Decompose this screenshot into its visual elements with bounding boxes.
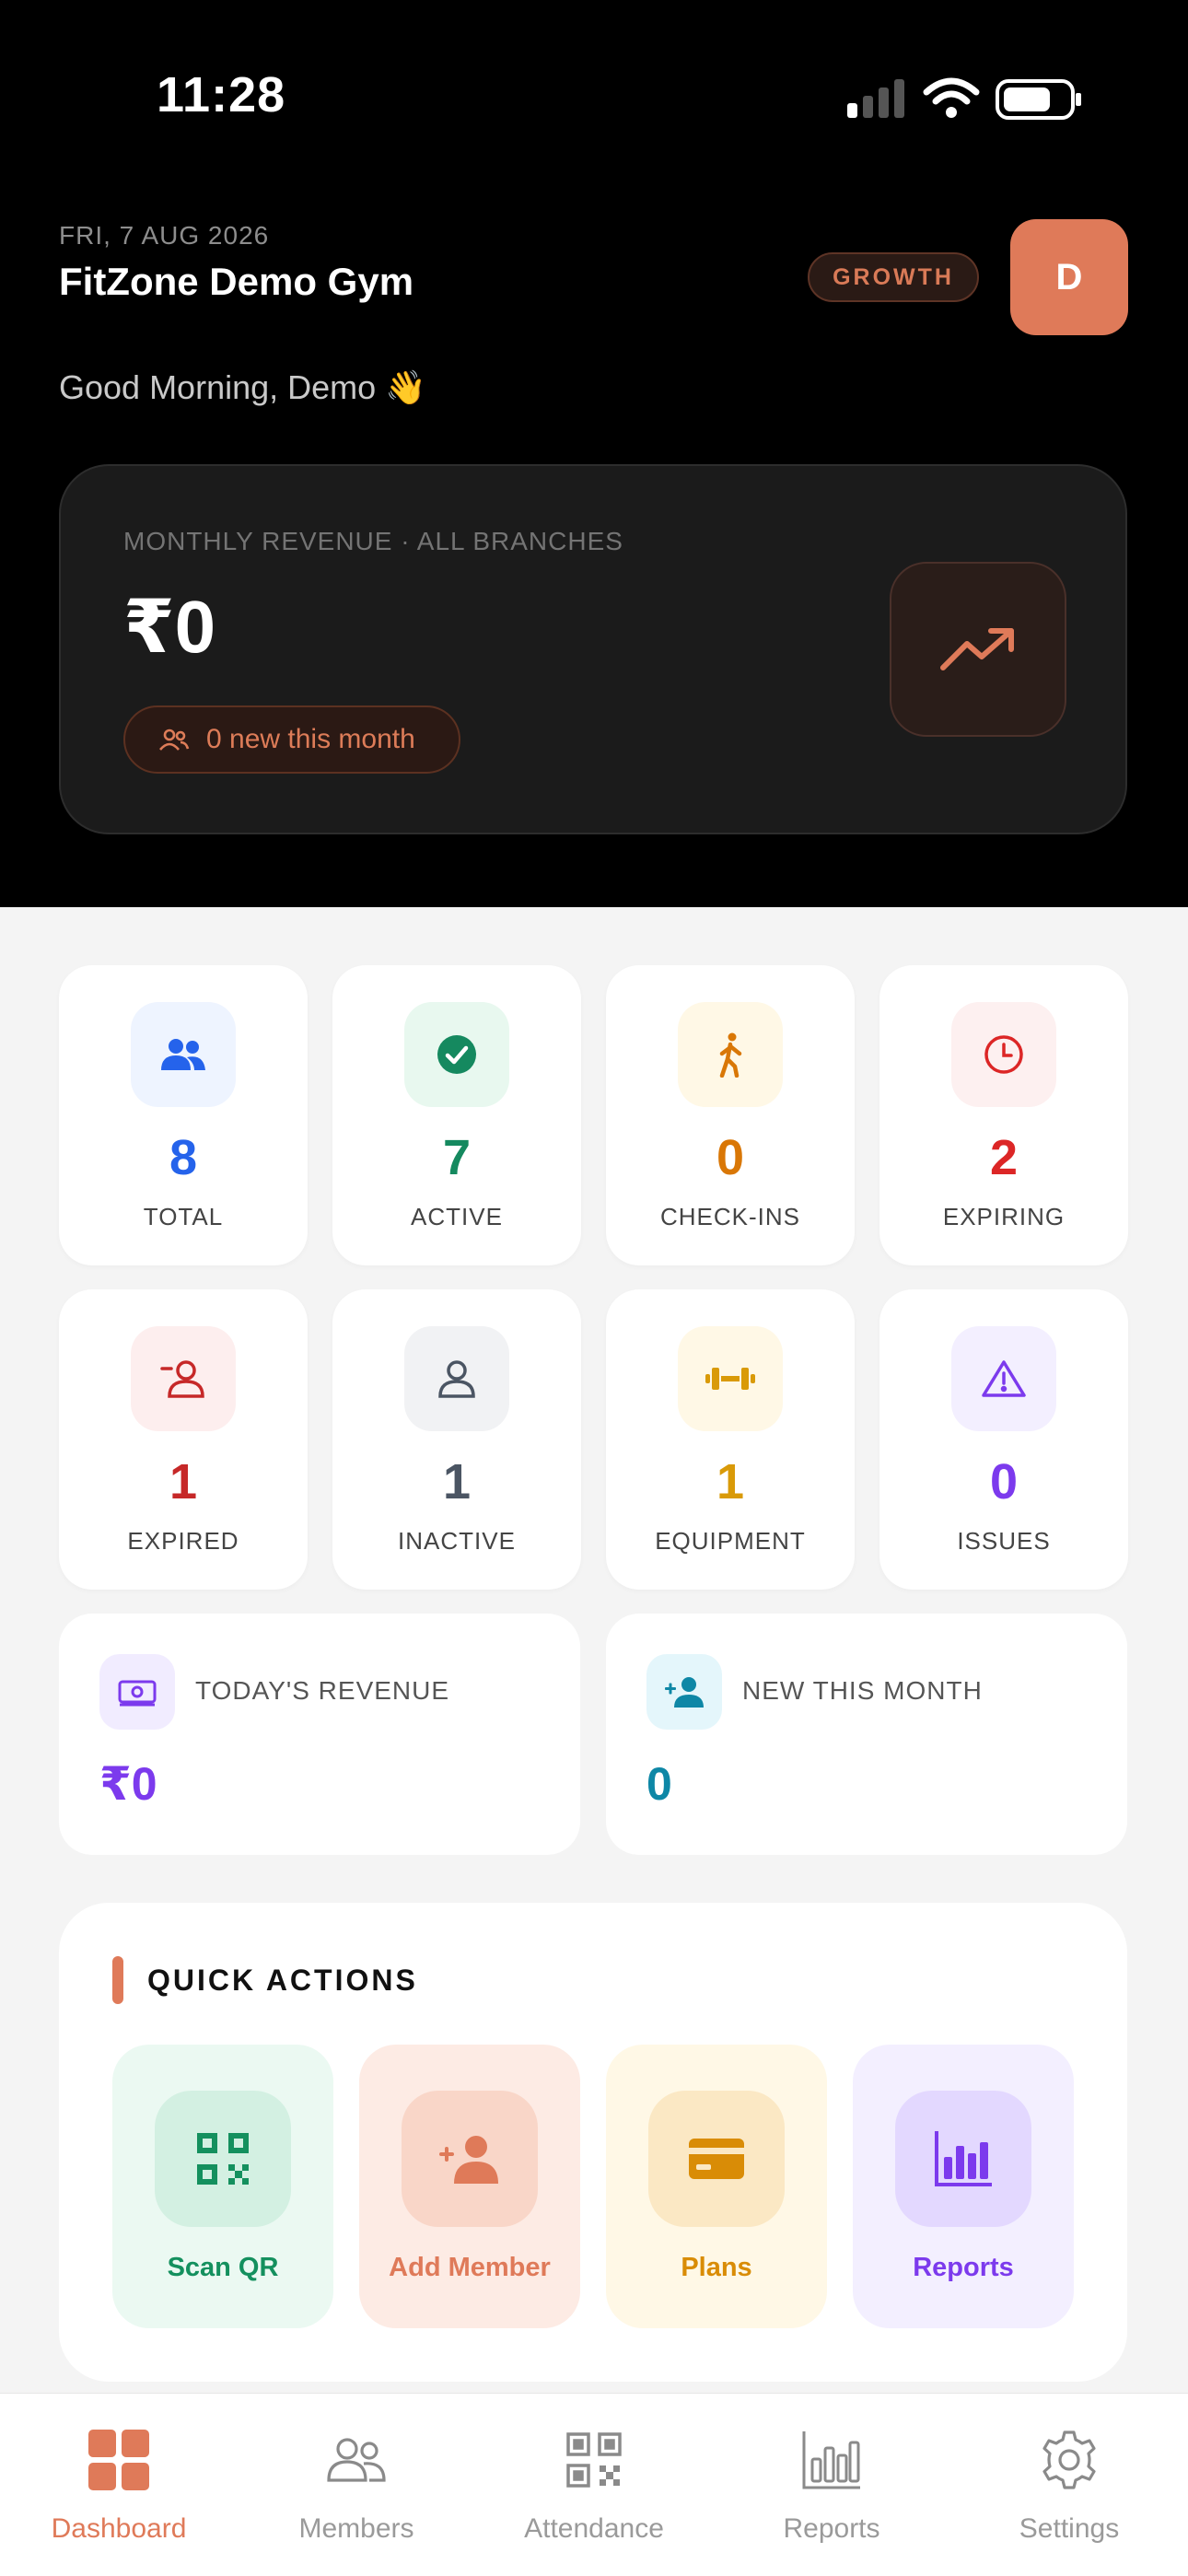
stat-value: 1	[442, 1454, 472, 1509]
stat-value: 0	[716, 1130, 745, 1185]
add-user-icon	[646, 1654, 722, 1730]
members-icon	[323, 2427, 390, 2493]
gym-name: FitZone Demo Gym	[59, 260, 414, 303]
stat-card-check-ins[interactable]: 0 CHECK-INS	[606, 965, 855, 1265]
stat-card-equipment[interactable]: 1 EQUIPMENT	[606, 1289, 855, 1590]
stat-card-total[interactable]: 8 TOTAL	[59, 965, 308, 1265]
quick-actions-title: QUICK ACTIONS	[147, 1964, 418, 1997]
signal-bar-4	[894, 79, 904, 118]
nav-label: Attendance	[524, 2513, 664, 2544]
battery-level	[1004, 87, 1050, 111]
quick-actions-card: QUICK ACTIONS Scan QR Add Member Plans R…	[59, 1903, 1127, 2382]
current-date: FRI, 7 AUG 2026	[59, 221, 270, 250]
nav-label: Dashboard	[51, 2513, 187, 2544]
user-icon	[404, 1326, 509, 1431]
stat-label: EXPIRED	[127, 1527, 239, 1555]
stat-card-expiring[interactable]: 2 EXPIRING	[879, 965, 1128, 1265]
add-member-label: Add Member	[389, 2253, 551, 2282]
stat-label: EXPIRING	[942, 1203, 1066, 1230]
members-icon	[159, 729, 190, 751]
plan-badge: GROWTH	[808, 252, 979, 302]
battery-cap	[1076, 93, 1081, 106]
stat-value: 1	[716, 1454, 745, 1509]
stat-value: 7	[442, 1130, 472, 1185]
signal-bar-2	[863, 96, 873, 118]
reports-label: Reports	[913, 2253, 1014, 2282]
stat-card-issues[interactable]: 0 ISSUES	[879, 1289, 1128, 1590]
stat-label: INACTIVE	[398, 1527, 516, 1555]
stat-label: ACTIVE	[411, 1203, 503, 1230]
bottom-nav: Dashboard Members Attendance Reports Set…	[0, 2393, 1188, 2576]
qr-code-icon	[155, 2091, 291, 2227]
new-this-month-value: 0	[646, 1758, 672, 1810]
stat-value: 0	[989, 1454, 1019, 1509]
nav-members[interactable]: Members	[238, 2394, 475, 2576]
nav-reports[interactable]: Reports	[713, 2394, 950, 2576]
stat-label: EQUIPMENT	[655, 1527, 806, 1555]
card-icon	[648, 2091, 785, 2227]
nav-settings[interactable]: Settings	[950, 2394, 1188, 2576]
stat-label: ISSUES	[957, 1527, 1051, 1555]
dumbbell-icon	[678, 1326, 783, 1431]
revenue-amount: ₹0	[123, 586, 216, 668]
signal-bar-1	[847, 103, 857, 118]
nav-label: Reports	[783, 2513, 880, 2544]
plans-label: Plans	[681, 2253, 752, 2282]
dashboard-header: 11:28 FRI, 7 AUG 2026 FitZone Demo Gym G…	[0, 0, 1188, 907]
stat-card-inactive[interactable]: 1 INACTIVE	[332, 1289, 581, 1590]
monthly-revenue-card[interactable]: MONTHLY REVENUE · ALL BRANCHES ₹0 0 new …	[59, 464, 1127, 834]
new-members-text: 0 new this month	[206, 724, 415, 754]
stat-value: 2	[989, 1130, 1019, 1185]
todays-revenue-card[interactable]: TODAY'S REVENUE ₹0	[59, 1614, 580, 1855]
plans-button[interactable]: Plans	[606, 2045, 827, 2328]
todays-revenue-label: TODAY'S REVENUE	[195, 1676, 450, 1705]
reports-button[interactable]: Reports	[853, 2045, 1074, 2328]
scan-qr-button[interactable]: Scan QR	[112, 2045, 333, 2328]
gear-icon	[1036, 2427, 1102, 2493]
trending-up-icon	[890, 562, 1066, 737]
cash-icon	[99, 1654, 175, 1730]
wifi-dot	[946, 107, 957, 118]
signal-bar-3	[879, 87, 889, 118]
nav-label: Members	[298, 2513, 414, 2544]
add-user-icon	[402, 2091, 538, 2227]
revenue-label: MONTHLY REVENUE · ALL BRANCHES	[123, 527, 623, 555]
nav-dashboard[interactable]: Dashboard	[0, 2394, 238, 2576]
stat-label: CHECK-INS	[659, 1203, 800, 1230]
todays-revenue-value: ₹0	[99, 1758, 157, 1810]
status-time: 11:28	[157, 67, 286, 122]
bar-chart-icon	[798, 2427, 865, 2493]
new-this-month-label: NEW THIS MONTH	[742, 1676, 983, 1705]
stat-label: TOTAL	[143, 1203, 224, 1230]
clock-icon	[951, 1002, 1056, 1107]
members-icon	[131, 1002, 236, 1107]
greeting: Good Morning, Demo 👋	[59, 368, 426, 406]
section-accent-bar	[112, 1956, 123, 2004]
warning-icon	[951, 1326, 1056, 1431]
stat-card-expired[interactable]: 1 EXPIRED	[59, 1289, 308, 1590]
bar-chart-icon	[895, 2091, 1031, 2227]
user-minus-icon	[131, 1326, 236, 1431]
scan-qr-label: Scan QR	[167, 2253, 279, 2282]
nav-attendance[interactable]: Attendance	[475, 2394, 713, 2576]
new-this-month-card[interactable]: NEW THIS MONTH 0	[606, 1614, 1127, 1855]
grid-icon	[86, 2427, 152, 2493]
wifi-icon	[923, 77, 980, 105]
add-member-button[interactable]: Add Member	[359, 2045, 580, 2328]
new-members-pill: 0 new this month	[123, 705, 460, 774]
qr-code-icon	[561, 2427, 627, 2493]
stat-value: 1	[169, 1454, 198, 1509]
check-circle-icon	[404, 1002, 509, 1107]
status-icons	[847, 77, 1081, 120]
stat-value: 8	[169, 1130, 198, 1185]
stat-card-active[interactable]: 7 ACTIVE	[332, 965, 581, 1265]
walking-icon	[678, 1002, 783, 1107]
avatar[interactable]: D	[1010, 219, 1128, 335]
nav-label: Settings	[1019, 2513, 1120, 2544]
